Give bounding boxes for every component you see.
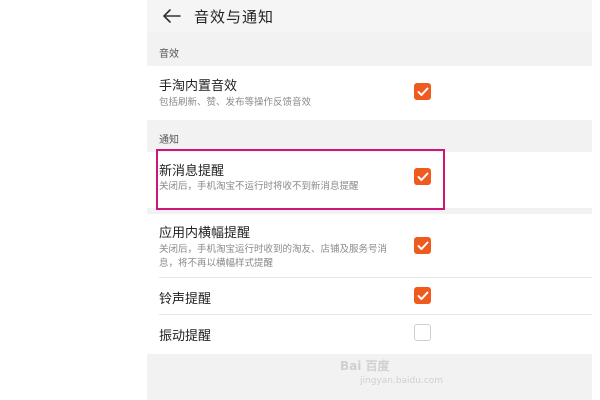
section-header-notify: 通知 xyxy=(159,134,179,146)
back-button[interactable] xyxy=(157,3,187,29)
setting-title: 新消息提醒 xyxy=(159,164,225,179)
setting-description: 关闭后，手机淘宝不运行时将收不到新消息提醒 xyxy=(159,181,359,192)
arrow-left-icon xyxy=(163,9,181,23)
setting-description-line2: 息，将不再以横幅样式提醒 xyxy=(159,258,274,269)
setting-description: 包括刷新、赞、发布等操作反馈音效 xyxy=(159,97,312,108)
setting-title: 振动提醒 xyxy=(159,329,212,344)
setting-item-vibration[interactable]: 振动提醒 xyxy=(147,315,592,351)
setting-item-builtin-sound[interactable]: 手淘内置音效 包括刷新、赞、发布等操作反馈音效 xyxy=(147,66,592,120)
setting-title: 应用内横幅提醒 xyxy=(159,226,251,241)
new-message-checkbox[interactable] xyxy=(414,168,431,185)
checkmark-icon xyxy=(417,291,428,300)
setting-title: 铃声提醒 xyxy=(159,292,212,307)
setting-description-line1: 关闭后，手机淘宝运行时收到的淘友、店铺及服务号消 xyxy=(159,244,388,255)
checkmark-icon xyxy=(417,241,428,250)
builtin-sound-checkbox[interactable] xyxy=(414,83,431,100)
setting-title: 手淘内置音效 xyxy=(159,79,238,94)
checkmark-icon xyxy=(417,172,428,181)
section-header-sound: 音效 xyxy=(159,48,179,60)
setting-item-banner[interactable]: 应用内横幅提醒 关闭后，手机淘宝运行时收到的淘友、店铺及服务号消 息，将不再以横… xyxy=(147,214,592,276)
setting-item-ringtone[interactable]: 铃声提醒 xyxy=(147,278,592,314)
vibration-checkbox[interactable] xyxy=(414,324,431,341)
watermark-url: jingyan.baidu.com xyxy=(360,376,444,386)
setting-item-new-message[interactable]: 新消息提醒 关闭后，手机淘宝不运行时将收不到新消息提醒 xyxy=(147,152,592,208)
checkmark-icon xyxy=(417,87,428,96)
top-bar: 音效与通知 xyxy=(147,0,592,32)
page-title: 音效与通知 xyxy=(194,8,275,26)
banner-checkbox[interactable] xyxy=(414,237,431,254)
watermark-logo: Bai 百度 xyxy=(340,359,390,373)
ringtone-checkbox[interactable] xyxy=(414,287,431,304)
settings-screen: 音效与通知 音效 手淘内置音效 包括刷新、赞、发布等操作反馈音效 通知 新消息提… xyxy=(147,0,592,400)
notify-list-rest: 应用内横幅提醒 关闭后，手机淘宝运行时收到的淘友、店铺及服务号消 息，将不再以横… xyxy=(147,214,592,354)
